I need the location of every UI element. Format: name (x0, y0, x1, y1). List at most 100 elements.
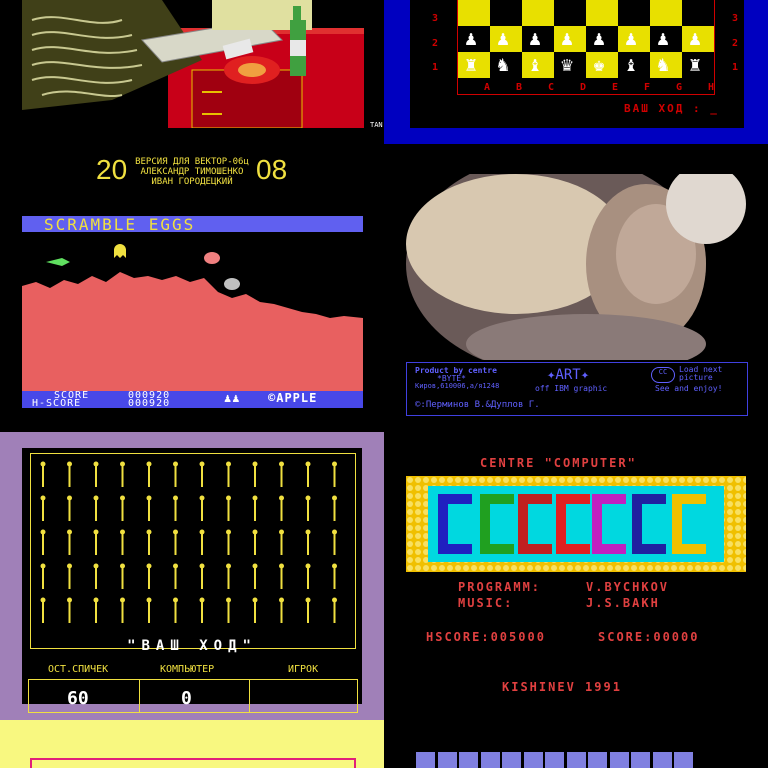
chess-square[interactable]: ♟ (458, 26, 490, 52)
chess-square[interactable]: ♟ (682, 26, 714, 52)
partial-frame (30, 758, 356, 768)
chess-square[interactable]: ♟ (554, 26, 586, 52)
chess-square[interactable]: ♝ (522, 52, 554, 78)
matchstick[interactable] (93, 495, 99, 522)
programm-value: V.BYCHKOV (586, 580, 670, 594)
matchstick[interactable] (199, 597, 205, 624)
chess-square[interactable]: ♜ (458, 52, 490, 78)
chess-piece-icon: ♜ (465, 52, 478, 76)
matchstick[interactable] (305, 597, 311, 624)
scramble-eggs-screenshot: 20 ВЕРСИЯ ДЛЯ ВЕКТОР-06ц АЛЕКСАНДР ТИМОШ… (0, 144, 384, 432)
chess-square[interactable] (650, 0, 682, 26)
matchstick[interactable] (226, 495, 231, 522)
matchstick[interactable] (226, 563, 231, 590)
matchstick[interactable] (173, 597, 178, 624)
score-cell: 0 (139, 680, 250, 712)
matchstick[interactable] (279, 563, 284, 590)
matchstick[interactable] (305, 495, 311, 522)
matchstick[interactable] (40, 529, 46, 556)
chess-square[interactable]: ♜ (682, 52, 714, 78)
matchstick[interactable] (67, 563, 72, 590)
chess-square[interactable] (490, 0, 522, 26)
matchstick[interactable] (67, 461, 72, 488)
your-move-prompt: "ВАШ ХОД" (127, 638, 257, 654)
matchstick[interactable] (40, 461, 46, 488)
matchstick[interactable] (252, 461, 258, 488)
matchstick[interactable] (279, 529, 284, 556)
chess-square[interactable]: ♟ (586, 26, 618, 52)
matchstick[interactable] (305, 529, 311, 556)
matchstick[interactable] (146, 495, 152, 522)
matchstick[interactable] (226, 461, 231, 488)
matchstick[interactable] (40, 597, 46, 624)
matchstick[interactable] (252, 495, 258, 522)
matchstick[interactable] (199, 461, 205, 488)
chess-square[interactable]: ♟ (522, 26, 554, 52)
chess-square[interactable]: ♛ (554, 52, 586, 78)
menu-block (416, 752, 435, 768)
rank-label: 3 (432, 13, 439, 24)
chess-piece-icon: ♟ (465, 26, 478, 50)
chess-square[interactable] (618, 0, 650, 26)
matchstick[interactable] (67, 597, 72, 624)
matchstick[interactable] (332, 563, 337, 590)
matchstick[interactable] (67, 529, 72, 556)
matchstick[interactable] (226, 529, 231, 556)
matchstick[interactable] (332, 495, 337, 522)
your-move-prompt: ВАШ ХОД : _ (624, 102, 719, 115)
matchstick[interactable] (199, 529, 205, 556)
matchstick[interactable] (332, 597, 337, 624)
matchstick[interactable] (279, 461, 284, 488)
matchstick[interactable] (173, 461, 178, 488)
matchstick[interactable] (40, 495, 46, 522)
chess-square[interactable]: ♞ (490, 52, 522, 78)
matchstick[interactable] (120, 529, 125, 556)
matchstick[interactable] (279, 495, 284, 522)
matchstick[interactable] (199, 563, 205, 590)
matchstick[interactable] (67, 495, 72, 522)
chess-square[interactable]: ♝ (618, 52, 650, 78)
matchstick[interactable] (305, 563, 311, 590)
chess-square[interactable] (586, 0, 618, 26)
matchstick[interactable] (173, 495, 178, 522)
chess-square[interactable]: ♚ (586, 52, 618, 78)
matchstick[interactable] (120, 563, 125, 590)
year-right: 08 (256, 154, 288, 185)
matchstick[interactable] (332, 461, 337, 488)
chess-piece-icon: ♞ (497, 52, 510, 76)
matchstick[interactable] (279, 597, 284, 624)
matchstick[interactable] (40, 563, 46, 590)
matchstick[interactable] (120, 597, 125, 624)
matchstick[interactable] (93, 461, 99, 488)
chess-square[interactable] (554, 0, 586, 26)
matchstick[interactable] (146, 597, 152, 624)
matchstick[interactable] (173, 563, 178, 590)
chess-square[interactable] (682, 0, 714, 26)
chess-square[interactable]: ♟ (618, 26, 650, 52)
chess-square[interactable]: ♟ (490, 26, 522, 52)
matchstick[interactable] (252, 529, 258, 556)
matchstick[interactable] (226, 597, 231, 624)
matchstick[interactable] (93, 597, 99, 624)
matchstick[interactable] (173, 529, 178, 556)
matchstick[interactable] (252, 597, 258, 624)
matchstick[interactable] (93, 563, 99, 590)
chess-square[interactable] (522, 0, 554, 26)
matchstick[interactable] (305, 461, 311, 488)
matchstick[interactable] (93, 529, 99, 556)
matchstick[interactable] (146, 563, 152, 590)
chess-square[interactable]: ♞ (650, 52, 682, 78)
menu-block (480, 752, 500, 768)
menu-block (437, 752, 457, 768)
matchstick[interactable] (252, 563, 258, 590)
chess-square[interactable] (458, 0, 490, 26)
enjoy-label: See and enjoy! (655, 384, 723, 393)
matchstick[interactable] (146, 461, 152, 488)
chess-screen: ♟ ♟ ♟ ♟ ♟ ♟ ♟ ♟ ♜ ♞ ♝ ♛ ♚ ♝ ♞ ♜ 3 2 1 3 2 1 A B C D E F… (410, 0, 744, 128)
matchstick[interactable] (199, 495, 205, 522)
matchstick[interactable] (332, 529, 337, 556)
matchstick[interactable] (120, 495, 125, 522)
matchstick[interactable] (146, 529, 152, 556)
chess-square[interactable]: ♟ (650, 26, 682, 52)
matchstick[interactable] (120, 461, 125, 488)
